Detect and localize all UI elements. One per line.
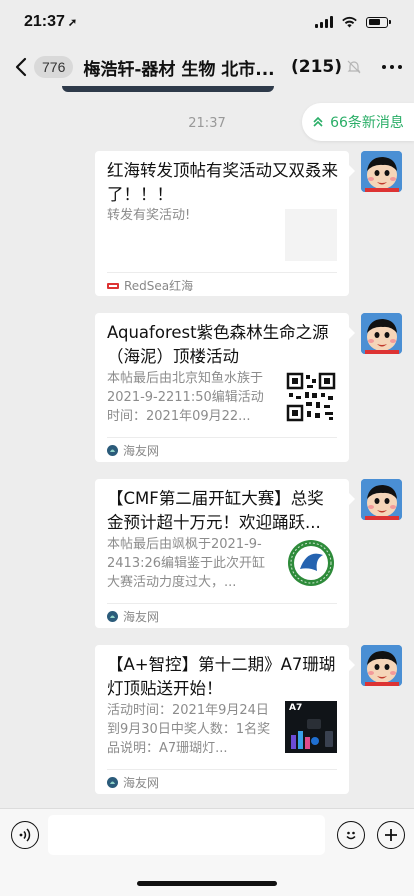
new-messages-label: 66条新消息 — [330, 115, 404, 131]
a7-lamp-thumbnail: A7 — [285, 701, 337, 753]
card-title: 【CMF第二届开缸大赛】总奖金预计超十万元！欢迎踊跃... — [107, 489, 324, 532]
source-name: 海友网 — [123, 610, 160, 624]
wifi-icon — [342, 16, 357, 28]
haiyouwang-logo-icon — [107, 445, 118, 456]
more-functions-button[interactable] — [377, 821, 405, 849]
source-name: 海友网 — [123, 444, 160, 458]
more-options-button[interactable] — [382, 65, 402, 69]
shared-link-card[interactable]: 【A+智控】第十二期》A7珊瑚灯顶贴送开始！ 活动时间：2021年9月24日到9… — [95, 645, 355, 794]
chevron-left-icon — [15, 57, 27, 77]
cartoon-avatar-icon — [361, 645, 402, 686]
card-description: 活动时间：2021年9月24日到9月30日中奖人数：1名奖品说明：A7珊瑚灯..… — [107, 703, 271, 756]
shared-link-card[interactable]: 【CMF第二届开缸大赛】总奖金预计超十万元！欢迎踊跃... 本帖最后由飒枫于20… — [95, 479, 355, 628]
double-chevron-up-icon — [313, 116, 323, 127]
redsea-logo-icon — [107, 282, 119, 289]
card-title: 红海转发顶帖有奖活动又双叒来了！！！ — [107, 161, 338, 204]
cartoon-avatar-icon — [361, 479, 402, 520]
dot-icon — [382, 65, 386, 69]
card-divider — [107, 603, 337, 604]
source-name: RedSea红海 — [124, 279, 194, 293]
thumb-label: A7 — [289, 703, 303, 713]
emoji-button[interactable] — [337, 821, 365, 849]
cellular-signal-icon — [315, 16, 333, 28]
chat-title: 梅浩轩-器材 生物 北市... — [83, 59, 275, 80]
card-source: RedSea红海 — [107, 277, 193, 294]
shared-link-card[interactable]: 红海转发顶帖有奖活动又双叒来了！！！ 转发有奖活动! RedSea红海 — [95, 151, 355, 296]
home-indicator — [137, 881, 277, 886]
card-thumbnail — [285, 209, 337, 261]
location-icon: ➚ — [67, 17, 78, 29]
chat-header: 776 梅浩轩-器材 生物 北市... (215) — [0, 44, 414, 90]
haiyouwang-logo-icon — [107, 611, 118, 622]
card-title: Aquaforest紫色森林生命之源（海泥）顶楼活动 — [107, 323, 329, 366]
member-count: (215) — [290, 57, 342, 77]
card-source: 海友网 — [107, 774, 159, 791]
card-description: 本帖最后由北京知鱼水族于2021-9-2211:50编辑活动时间：2021年09… — [107, 371, 264, 424]
status-icons — [315, 16, 391, 28]
cmf-logo-thumbnail — [285, 537, 337, 589]
shared-link-card[interactable]: Aquaforest紫色森林生命之源（海泥）顶楼活动 本帖最后由北京知鱼水族于2… — [95, 313, 355, 462]
card-divider — [107, 437, 337, 438]
cartoon-avatar-icon — [361, 313, 402, 354]
status-bar: 21:37 ➚ — [0, 0, 414, 44]
voice-icon — [19, 828, 31, 842]
clock: 21:37 — [24, 13, 65, 30]
battery-icon — [366, 16, 391, 28]
avatar[interactable] — [361, 313, 402, 354]
qr-code-thumbnail — [285, 371, 337, 423]
status-time: 21:37 ➚ — [24, 13, 77, 31]
mute-bell-icon — [347, 60, 361, 74]
card-source: 海友网 — [107, 442, 159, 459]
source-name: 海友网 — [123, 776, 160, 790]
previous-message-edge — [62, 86, 274, 92]
message-input[interactable] — [48, 815, 325, 855]
cartoon-avatar-icon — [361, 151, 402, 192]
unread-count-badge[interactable]: 776 — [34, 56, 74, 78]
dot-icon — [398, 65, 402, 69]
card-description: 本帖最后由飒枫于2021-9-2413:26编辑鉴于此次开缸大赛活动力度过大，.… — [107, 537, 266, 590]
avatar[interactable] — [361, 151, 402, 192]
dot-icon — [390, 65, 394, 69]
smiley-icon — [346, 831, 356, 840]
card-title: 【A+智控】第十二期》A7珊瑚灯顶贴送开始！ — [107, 655, 336, 698]
card-source: 海友网 — [107, 608, 159, 625]
haiyouwang-logo-icon — [107, 777, 118, 788]
voice-input-button[interactable] — [11, 821, 39, 849]
plus-icon — [385, 829, 397, 841]
card-divider — [107, 769, 337, 770]
new-messages-button[interactable]: 66条新消息 — [302, 103, 414, 141]
avatar[interactable] — [361, 645, 402, 686]
card-divider — [107, 272, 337, 273]
back-button[interactable] — [10, 52, 32, 82]
avatar[interactable] — [361, 479, 402, 520]
card-description: 转发有奖活动! — [107, 208, 191, 223]
